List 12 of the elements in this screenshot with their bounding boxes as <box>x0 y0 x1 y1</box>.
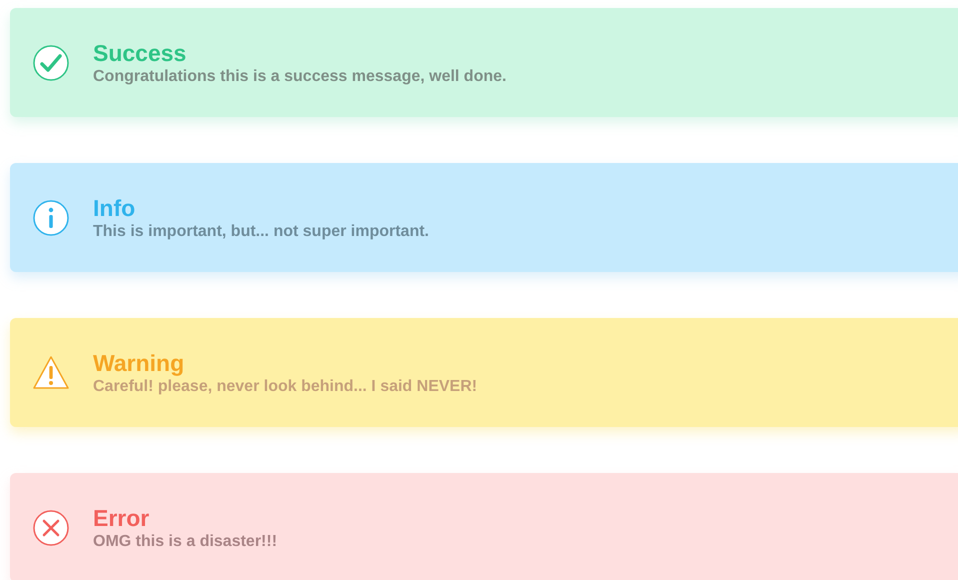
alert-message: Congratulations this is a success message, well done. <box>93 66 506 86</box>
alert-message: OMG this is a disaster!!! <box>93 532 278 552</box>
warning-icon <box>32 354 70 392</box>
alert-title: Error <box>93 504 150 532</box>
alert-message: This is important, but... not super important. <box>93 222 429 242</box>
alert-title: Success <box>93 38 188 66</box>
alert-title: Info <box>93 194 136 222</box>
alert-message: Careful! please, never look behind... I said NEVER! <box>93 376 478 396</box>
check-circle-icon <box>32 44 70 82</box>
alert-title: Warning <box>93 348 186 376</box>
close-circle-icon <box>32 508 70 546</box>
info-icon <box>32 198 70 236</box>
